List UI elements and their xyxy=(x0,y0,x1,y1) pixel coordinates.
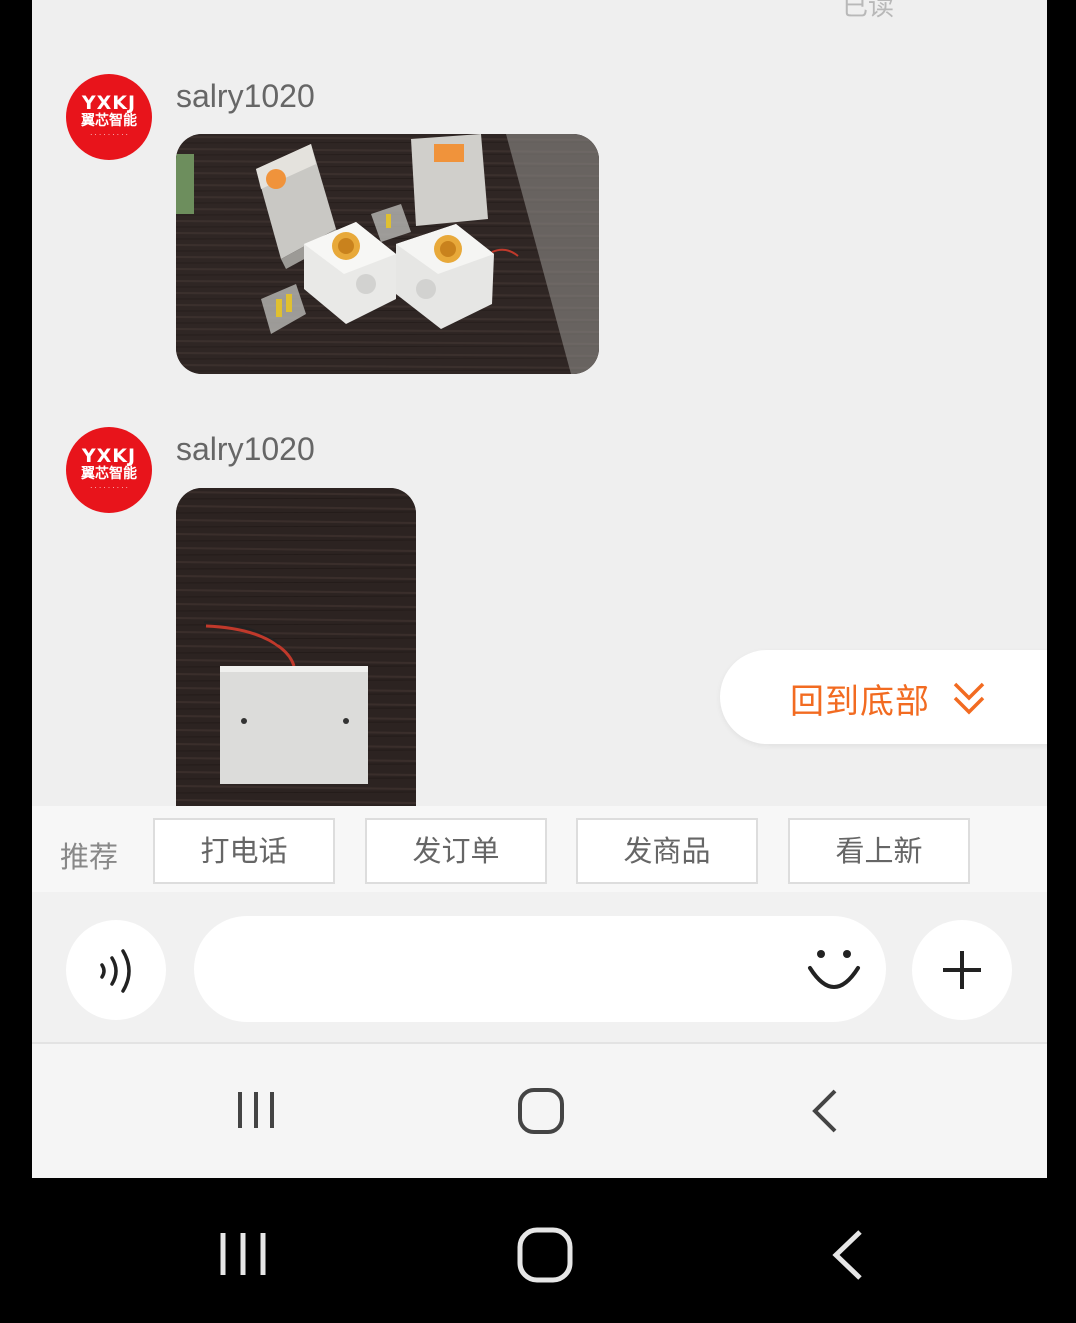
more-button[interactable] xyxy=(912,920,1012,1020)
chat-screen: 已读 YXKJ 翼芯智能 · · · · · · · · · salry1020 xyxy=(32,0,1047,1178)
back-icon[interactable] xyxy=(808,1088,842,1134)
image-message[interactable] xyxy=(176,488,416,818)
voice-button[interactable] xyxy=(66,920,166,1020)
plus-icon xyxy=(943,951,981,989)
recent-apps-icon[interactable] xyxy=(216,1229,270,1279)
input-bar xyxy=(32,892,1047,1042)
send-order-button[interactable]: 发订单 xyxy=(365,818,547,884)
recent-apps-icon[interactable] xyxy=(234,1088,280,1132)
read-status: 已读 xyxy=(842,0,895,22)
product-photo-panel xyxy=(176,488,416,818)
back-to-bottom-label: 回到底部 xyxy=(790,682,930,722)
view-new-button[interactable]: 看上新 xyxy=(788,818,970,884)
sender-name: salry1020 xyxy=(176,78,315,114)
back-icon[interactable] xyxy=(828,1228,868,1282)
double-chevron-down-icon xyxy=(953,682,985,715)
avatar[interactable]: YXKJ 翼芯智能 · · · · · · · · · xyxy=(66,427,152,513)
sender-name: salry1020 xyxy=(176,431,315,467)
call-button[interactable]: 打电话 xyxy=(153,818,335,884)
avatar[interactable]: YXKJ 翼芯智能 · · · · · · · · · xyxy=(66,74,152,160)
image-message[interactable] xyxy=(176,134,599,374)
smile-icon[interactable] xyxy=(806,944,862,996)
message-input[interactable] xyxy=(194,916,886,1022)
home-icon[interactable] xyxy=(516,1226,574,1284)
recommend-label: 推荐 xyxy=(60,840,119,874)
recommend-bar: 推荐 打电话 发订单 发商品 看上新 xyxy=(32,806,1047,892)
send-product-button[interactable]: 发商品 xyxy=(576,818,758,884)
voice-icon xyxy=(100,949,131,993)
product-photo-boxes xyxy=(176,134,599,374)
system-navigation-bar xyxy=(0,1178,1076,1323)
home-icon[interactable] xyxy=(516,1086,566,1136)
inner-navigation-bar xyxy=(32,1044,1047,1178)
back-to-bottom-button[interactable]: 回到底部 xyxy=(720,650,1047,744)
